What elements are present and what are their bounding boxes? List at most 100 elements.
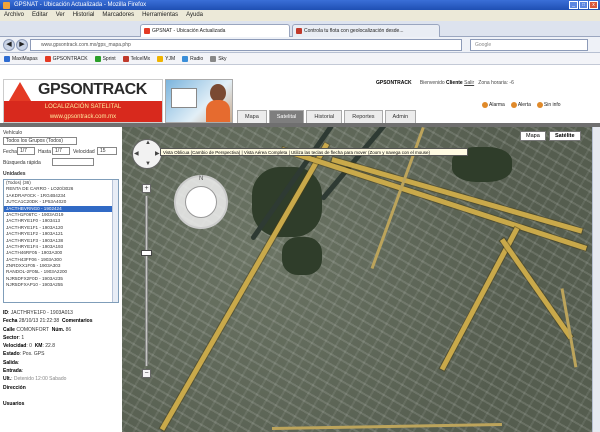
browser-tab-label: GPSNAT - Ubicación Actualizada <box>152 28 226 34</box>
from-label: Fecha <box>3 149 17 155</box>
from-input[interactable]: 1/7 <box>17 147 35 155</box>
to-input[interactable]: 1/7 <box>52 147 70 155</box>
info-street: Calle COMONFORT Núm. 86 <box>3 326 72 333</box>
compass-dial-icon <box>185 186 217 218</box>
bookmark-icon <box>182 55 189 62</box>
pan-control[interactable]: ▲ ▼ ◀ ▶ <box>132 139 162 169</box>
tab-historial[interactable]: Historial <box>306 110 343 123</box>
menu-ver[interactable]: Ver <box>56 10 65 21</box>
timezone: Zona horaria: -6 <box>478 80 514 86</box>
browser-tab-controla[interactable]: Controla tu flota con geolocalización de… <box>292 24 440 37</box>
bookmark-item[interactable]: MaxiMapas <box>4 53 38 64</box>
menu-herramientas[interactable]: Herramientas <box>142 10 178 21</box>
vehicles-title: Unidades <box>3 171 26 177</box>
bookmark-icon <box>157 55 164 62</box>
bookmark-item[interactable]: Radio <box>182 53 203 64</box>
zoom-out-button[interactable]: − <box>142 369 151 378</box>
status-sininfo: Sin info <box>536 102 561 108</box>
bookmark-icon <box>210 55 217 62</box>
pan-down-icon[interactable]: ▼ <box>145 161 151 167</box>
bookmark-icon <box>94 55 101 62</box>
bookmark-item[interactable]: TelcelMx <box>122 53 150 64</box>
favicon-icon <box>296 28 302 34</box>
brand-band: LOCALIZACIÓN SATELITAL www.gpsontrack.co… <box>4 101 162 122</box>
vehicle-list[interactable]: (Todos) (36) RENTA DE CARRO - LO20/3026 … <box>3 179 119 303</box>
quick-search-label: Búsqueda rápida <box>3 160 41 166</box>
info-sector: Sector: 1 <box>3 334 25 341</box>
sidebar: Vehículo Todos los Grupos (Todos) Fecha … <box>0 127 122 432</box>
compass-rotate-control[interactable]: N <box>174 175 228 229</box>
vehicle-info-panel: ID: JACTHRYE1F0 - 1903A013 Fecha 28/10/1… <box>3 309 121 408</box>
status-legend: Alarma Alerta Sin info <box>482 102 561 108</box>
menu-ayuda[interactable]: Ayuda <box>186 10 203 21</box>
list-scrollbar[interactable] <box>112 180 118 302</box>
status-alerta: Alerta <box>510 102 531 108</box>
quick-search-input[interactable] <box>52 158 94 166</box>
info-date: Fecha 28/10/13 21:22:38 Comentarios <box>3 318 93 325</box>
alarm-icon <box>482 102 488 108</box>
pan-right-icon[interactable]: ▶ <box>155 150 160 157</box>
favicon-icon <box>144 28 150 34</box>
pan-left-icon[interactable]: ◀ <box>134 150 139 157</box>
user-info: GPSONTRACK Bienvenido Cliente Salir Zona… <box>376 80 514 86</box>
bookmark-item[interactable]: Sprint <box>94 53 116 64</box>
bookmark-item[interactable]: Sky <box>210 53 227 64</box>
bookmarks-bar: MaxiMapas GPSONTRACK Sprint TelcelMx YJM… <box>0 53 600 65</box>
bookmark-item[interactable]: YJM <box>157 53 175 64</box>
zoom-control[interactable]: + − <box>141 184 152 380</box>
menu-marcadores[interactable]: Marcadores <box>102 10 134 21</box>
list-item[interactable]: NJR5DFXAP10 - 1903A255 <box>4 282 118 288</box>
banner-image <box>165 79 233 123</box>
pan-up-icon[interactable]: ▲ <box>145 140 151 146</box>
bookmark-icon <box>122 55 129 62</box>
bookmark-icon <box>4 55 10 62</box>
satellite-mode-button[interactable]: Satélite <box>549 131 581 141</box>
tab-mapa[interactable]: Mapa <box>237 110 267 123</box>
maximize-button[interactable]: □ <box>579 1 588 9</box>
forward-button[interactable]: ▶ <box>16 39 28 51</box>
group-select[interactable]: Todos los Grupos (Todos) <box>3 137 77 145</box>
url-input[interactable]: www.gpsontrack.com.mx/gps_mapa.php <box>30 39 462 51</box>
app-tabs: Mapa Satelital Historial Reportes Admin <box>237 110 417 123</box>
window-titlebar: GPSNAT - Ubicación Actualizada - Mozilla… <box>0 0 600 10</box>
close-button[interactable]: x <box>589 1 598 9</box>
page-scrollbar[interactable] <box>592 127 600 432</box>
speed-filter-input[interactable]: 15 <box>97 147 117 155</box>
zoom-slider-handle[interactable] <box>141 250 152 257</box>
tab-reportes[interactable]: Reportes <box>344 110 383 123</box>
tab-satelital[interactable]: Satelital <box>268 110 305 123</box>
satellite-map[interactable]: Mapa Satélite ▲ ▼ ◀ ▶ Vista Oblicua (Cam… <box>122 127 592 432</box>
browser-tab-strip: GPSNAT - Ubicación Actualizada Controla … <box>0 21 600 37</box>
minimize-button[interactable]: _ <box>569 1 578 9</box>
info-extra2: Entrada: <box>3 368 24 375</box>
map-park-area <box>282 237 322 275</box>
bookmark-item[interactable]: GPSONTRACK <box>44 53 88 64</box>
logout-link[interactable]: Salir <box>464 80 474 86</box>
info-state: Estado: Pos. GPS <box>3 351 45 358</box>
tab-admin[interactable]: Admin <box>384 110 417 123</box>
firefox-icon <box>3 2 10 9</box>
browser-tab-gpsnat[interactable]: GPSNAT - Ubicación Actualizada <box>140 24 290 37</box>
no-info-icon <box>536 102 543 108</box>
banner-screen <box>171 88 197 108</box>
menu-archivo[interactable]: Archivo <box>4 10 24 21</box>
window-title: GPSNAT - Ubicación Actualizada - Mozilla… <box>14 2 147 8</box>
brand-name: GPSONTRACK <box>38 81 147 98</box>
brand-logo[interactable]: GPSONTRACK LOCALIZACIÓN SATELITAL www.gp… <box>3 79 163 123</box>
zoom-in-button[interactable]: + <box>142 184 151 193</box>
menu-historial[interactable]: Historial <box>73 10 95 21</box>
zoom-track[interactable] <box>145 196 148 366</box>
speed-filter-label: Velocidad <box>73 149 95 155</box>
info-footer: Usuarios <box>3 400 25 407</box>
to-label: Hasta <box>38 149 52 155</box>
map-tooltip: Vista Oblicua (Cambio de Perspectiva) | … <box>160 148 468 156</box>
search-input[interactable]: Google <box>470 39 588 51</box>
info-address: Ult.: Detenido 12:00 Sabado <box>3 376 67 383</box>
user-name: Cliente <box>446 80 463 86</box>
info-speed: Velocidad: 0 KM: 22.8 <box>3 343 55 350</box>
compass-n-label: N <box>199 176 204 182</box>
back-button[interactable]: ◀ <box>3 39 15 51</box>
map-mode-button[interactable]: Mapa <box>520 131 546 141</box>
menu-editar[interactable]: Editar <box>32 10 48 21</box>
info-id: ID: JACTHRYE1F0 - 1903A013 <box>3 310 73 316</box>
